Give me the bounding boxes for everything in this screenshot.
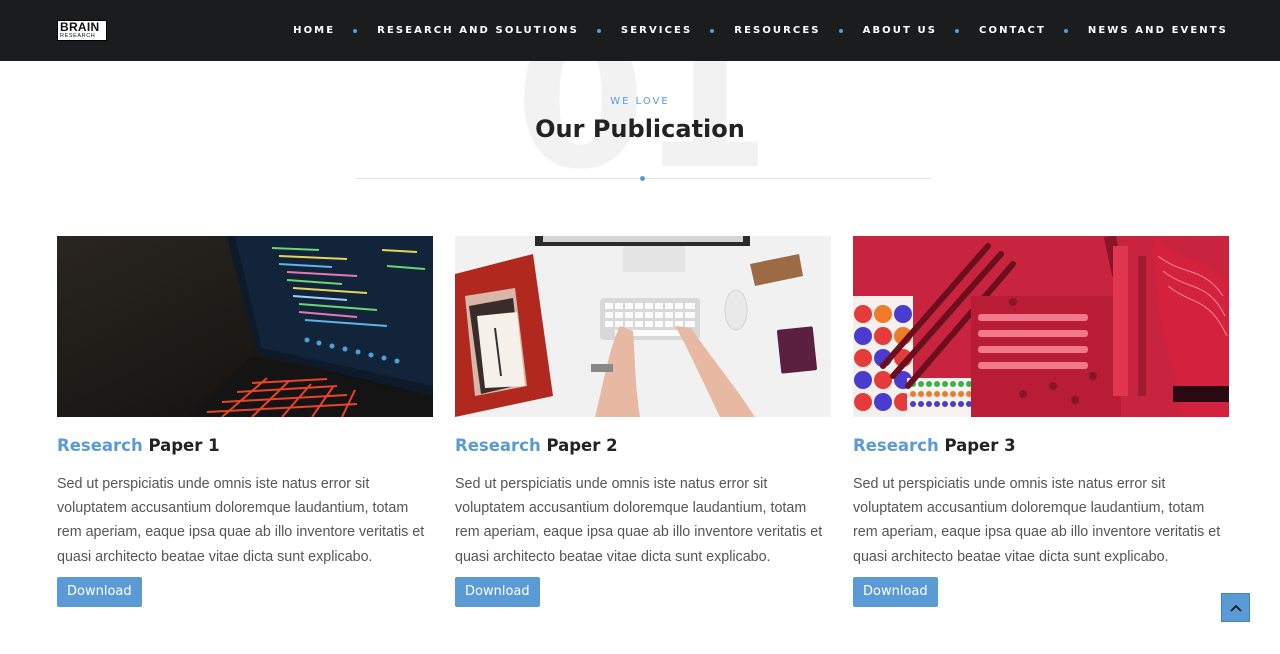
desk-keyboard-photo[interactable] (455, 236, 831, 417)
section-eyebrow: WE LOVE (610, 96, 670, 107)
nav-label: SERVICES (620, 25, 693, 36)
nav-separator-dot (1063, 28, 1068, 33)
publication-card-2: Research Paper 2 Sed ut perspiciatis und… (455, 236, 831, 607)
card-title-rest: Paper 1 (142, 436, 220, 455)
card-description: Sed ut perspiciatis unde omnis iste natu… (455, 476, 823, 565)
download-button[interactable]: Download (455, 576, 540, 607)
nav-label: CONTACT (979, 25, 1046, 36)
divider-dot (640, 176, 645, 181)
download-button[interactable]: Download (57, 576, 142, 607)
nav-separator-dot (838, 28, 843, 33)
nav-label: ABOUT US (862, 25, 938, 36)
chevron-up-icon (1229, 604, 1242, 612)
nav-item-about-us[interactable]: ABOUT US (863, 25, 979, 36)
main-nav: HOME RESEARCH AND SOLUTIONS SERVICES RES… (293, 0, 1228, 61)
nav-label: RESEARCH AND SOLUTIONS (377, 25, 579, 36)
card-title-rest: Paper 3 (938, 436, 1016, 455)
card-title[interactable]: Research Paper 3 (853, 436, 1229, 455)
card-title[interactable]: Research Paper 2 (455, 436, 831, 455)
scroll-to-top-button[interactable] (1221, 593, 1250, 622)
card-title-rest: Paper 2 (540, 436, 618, 455)
laptop-code-photo[interactable] (57, 236, 433, 417)
card-description: Sed ut perspiciatis unde omnis iste natu… (57, 476, 425, 565)
nav-separator-dot (955, 28, 960, 33)
red-stationery-photo[interactable] (853, 236, 1229, 417)
nav-item-contact[interactable]: CONTACT (979, 25, 1088, 36)
nav-item-news-and-events[interactable]: NEWS AND EVENTS (1088, 25, 1228, 36)
nav-label: NEWS AND EVENTS (1087, 25, 1228, 36)
nav-label: RESOURCES (734, 25, 821, 36)
logo-line-1: BRAIN (60, 20, 100, 34)
nav-item-research-and-solutions[interactable]: RESEARCH AND SOLUTIONS (377, 25, 621, 36)
section-title: Our Publication (535, 115, 745, 143)
nav-item-resources[interactable]: RESOURCES (734, 25, 862, 36)
nav-separator-dot (353, 28, 358, 33)
download-button[interactable]: Download (853, 576, 938, 607)
card-title-accent: Research (57, 436, 143, 455)
nav-separator-dot (596, 28, 601, 33)
brand-logo[interactable]: BRAIN RESEARCH (57, 20, 107, 41)
nav-separator-dot (710, 28, 715, 33)
card-title-accent: Research (853, 436, 939, 455)
card-title-accent: Research (455, 436, 541, 455)
site-header: BRAIN RESEARCH HOME RESEARCH AND SOLUTIO… (0, 0, 1280, 61)
nav-item-services[interactable]: SERVICES (621, 25, 734, 36)
publication-card-3: Research Paper 3 Sed ut perspiciatis und… (853, 236, 1229, 607)
card-title[interactable]: Research Paper 1 (57, 436, 433, 455)
nav-item-home[interactable]: HOME (293, 25, 377, 36)
publication-card-1: Research Paper 1 Sed ut perspiciatis und… (57, 236, 433, 607)
card-description: Sed ut perspiciatis unde omnis iste natu… (853, 476, 1221, 565)
nav-label: HOME (293, 25, 336, 36)
